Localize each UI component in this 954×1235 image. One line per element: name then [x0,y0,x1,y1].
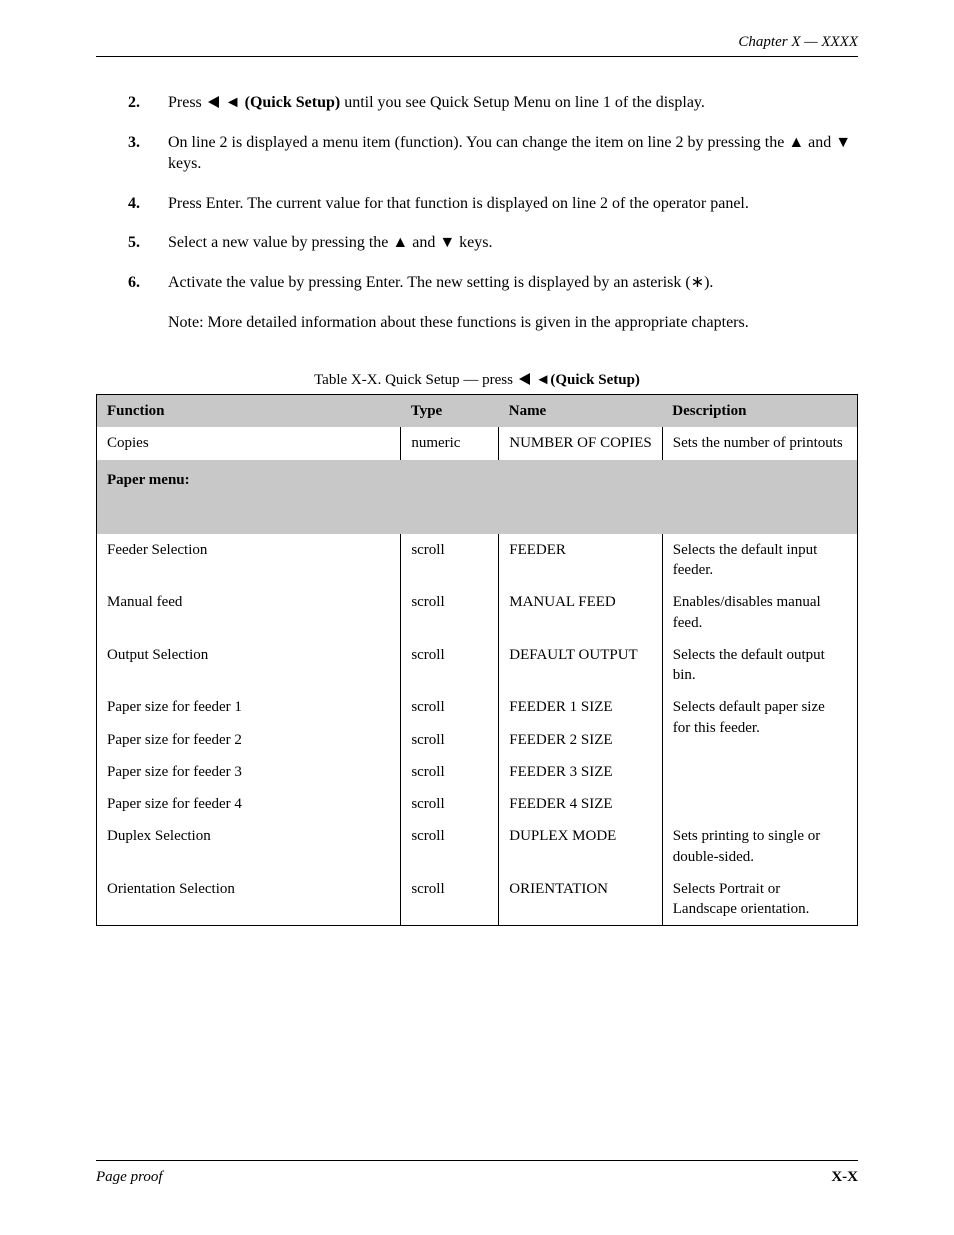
col-type: Type [401,395,499,428]
col-description: Description [662,395,857,428]
table-row: Orientation Selection scroll ORIENTATION… [97,873,858,926]
step-text: Press Enter. The current value for that … [168,195,749,212]
col-name: Name [499,395,663,428]
merged-size-description: Selects default paper size for this feed… [662,691,857,820]
key-name: ◄(Quick Setup) [535,372,639,388]
table-row: Copies numeric NUMBER OF COPIES Sets the… [97,427,858,459]
table-subheader: Paper menu: [97,460,858,534]
key-name: ◄ (Quick Setup) [225,94,340,111]
table-row: Duplex Selection scroll DUPLEX MODE Sets… [97,820,858,873]
footer-left: Page proof [96,1167,163,1187]
col-function: Function [97,395,401,428]
step-2: 2.Press ◄ (Quick Setup) until you see Qu… [96,92,858,114]
step-text: Activate the value by pressing Enter. Th… [168,274,713,291]
table-row: Output Selection scroll DEFAULT OUTPUT S… [97,639,858,692]
quick-setup-table: Function Type Name Description Copies nu… [96,394,858,926]
footer-page: X-X [831,1167,858,1187]
step-3: 3.On line 2 is displayed a menu item (fu… [96,132,858,175]
step-text: Press ◄ (Quick Setup) until you see Quic… [168,94,705,111]
step-5: 5.Select a new value by pressing the ▲ a… [96,232,858,254]
step-number: 4. [128,193,168,215]
left-triangle-icon [208,96,219,108]
note-paragraph: Note: More detailed information about th… [96,312,858,334]
step-number: 5. [128,232,168,254]
footer-rule [96,1160,858,1161]
table-header-row: Function Type Name Description [97,395,858,428]
step-number: 3. [128,132,168,154]
left-triangle-icon [519,373,530,385]
step-4: 4.Press Enter. The current value for tha… [96,193,858,215]
table-row: Manual feed scroll MANUAL FEED Enables/d… [97,586,858,639]
table-row: Feeder Selection scroll FEEDER Selects t… [97,534,858,587]
table-row: Paper size for feeder 1 scroll FEEDER 1 … [97,691,858,723]
header-rule [96,56,858,57]
step-number: 2. [128,92,168,114]
step-text: On line 2 is displayed a menu item (func… [168,134,851,173]
step-6: 6.Activate the value by pressing Enter. … [96,272,858,294]
step-text: Select a new value by pressing the ▲ and… [168,234,492,251]
body-column: 2.Press ◄ (Quick Setup) until you see Qu… [96,92,858,351]
step-number: 6. [128,272,168,294]
table-caption: Table X-X. Quick Setup — press ◄(Quick S… [96,370,858,390]
running-header: Chapter X — XXXX [738,32,858,52]
